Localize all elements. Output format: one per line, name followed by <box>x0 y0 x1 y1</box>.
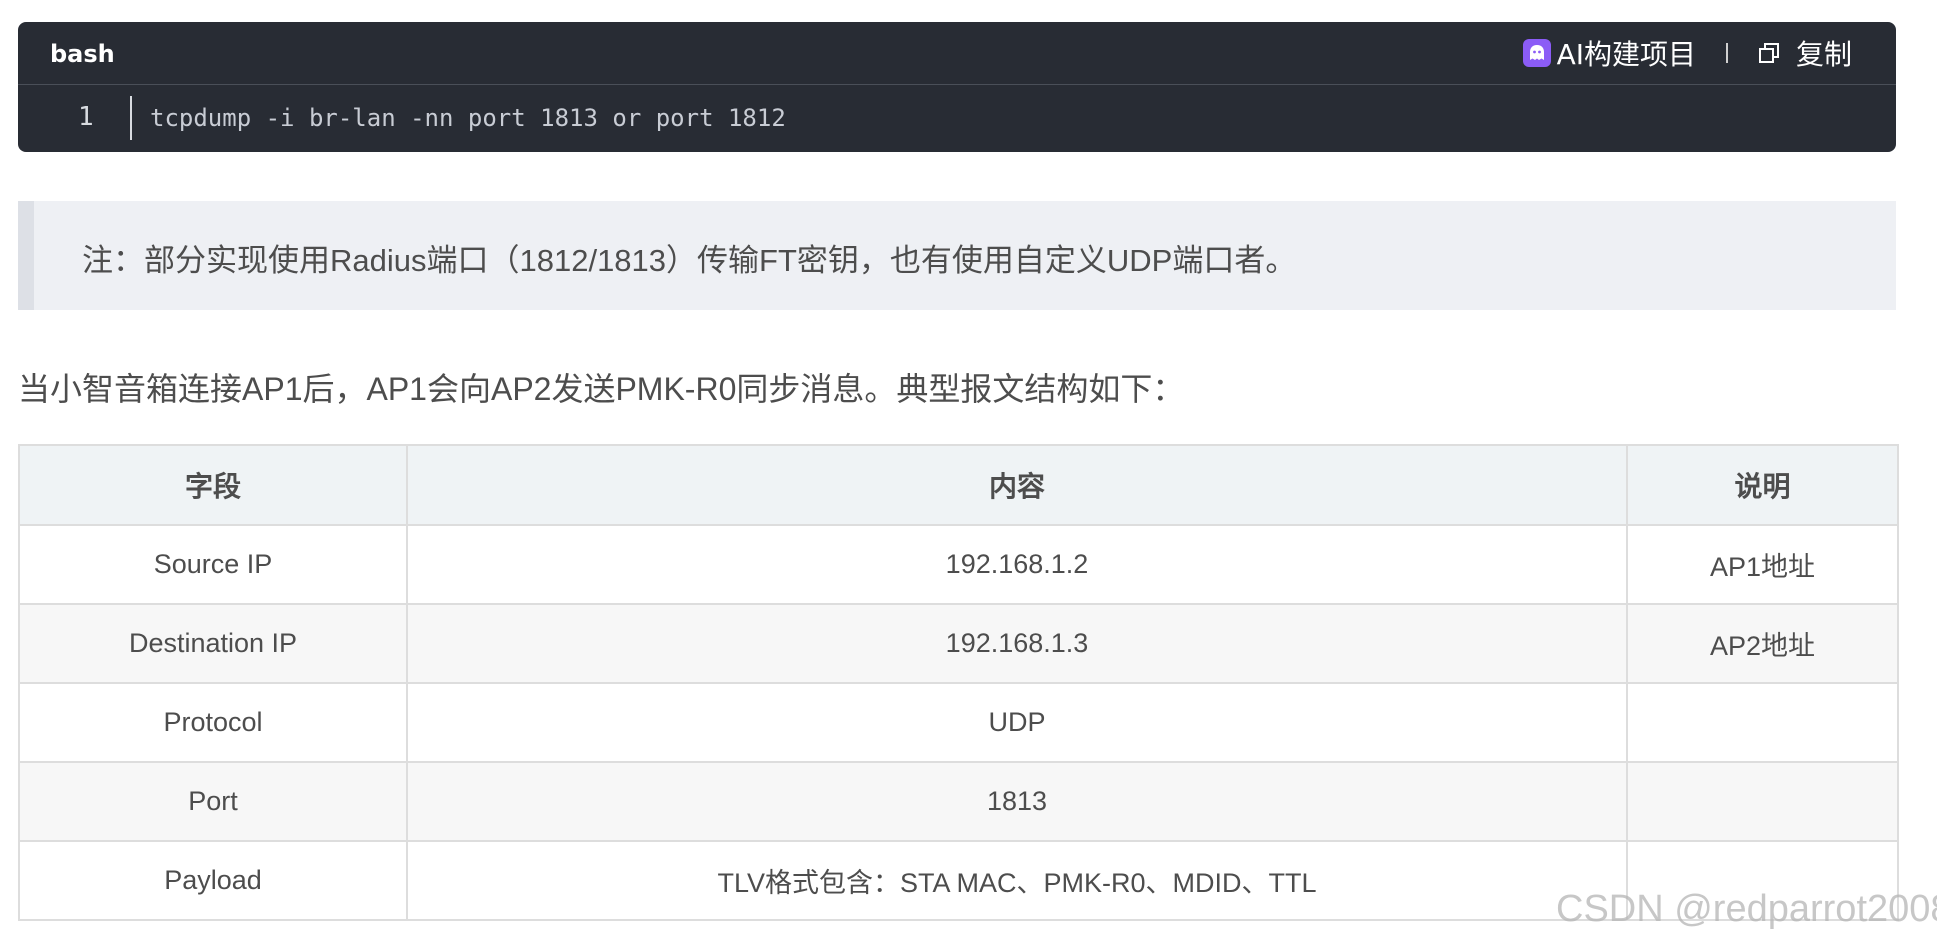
table-cell: Source IP <box>18 524 408 605</box>
table-row: Protocol UDP <box>18 682 1899 763</box>
paragraph-text: 当小智音箱连接AP1后，AP1会向AP2发送PMK-R0同步消息。典型报文结构如… <box>18 371 1185 407</box>
table-row: Source IP 192.168.1.2 AP1地址 <box>18 524 1899 605</box>
table-header-content: 内容 <box>406 444 1628 526</box>
table-row: Destination IP 192.168.1.3 AP2地址 <box>18 603 1899 684</box>
table-cell: UDP <box>406 682 1628 763</box>
table-cell: Destination IP <box>18 603 408 684</box>
note-blockquote: 注：部分实现使用Radius端口（1812/1813）传输FT密钥，也有使用自定… <box>18 201 1896 310</box>
packet-structure-table: 字段 内容 说明 Source IP 192.168.1.2 AP1地址 Des… <box>18 444 1899 921</box>
table-cell: AP1地址 <box>1626 524 1899 605</box>
code-line: 1 tcpdump -i br-lan -nn port 1813 or por… <box>18 84 1896 152</box>
copy-label: 复制 <box>1795 38 1852 71</box>
ai-build-project-label: AI构建项目 <box>1556 38 1696 71</box>
table-header-row: 字段 内容 说明 <box>18 444 1899 526</box>
table-header-field: 字段 <box>18 444 408 526</box>
ai-ghost-icon <box>1522 39 1551 67</box>
line-number: 1 <box>78 102 94 132</box>
table-cell: Protocol <box>18 682 408 763</box>
table-cell: TLV格式包含：STA MAC、PMK-R0、MDID、TTL <box>406 840 1628 921</box>
table-cell: Payload <box>18 840 408 921</box>
code-language-label: bash <box>50 40 115 68</box>
note-text: 注：部分实现使用Radius端口（1812/1813）传输FT密钥，也有使用自定… <box>82 243 1297 278</box>
code-actions: AI构建项目 复制 <box>1522 33 1852 73</box>
code-text: tcpdump -i br-lan -nn port 1813 or port … <box>150 104 786 132</box>
code-block: bash AI构建项目 复制 1 tcpdump -i br-lan -nn p… <box>18 22 1896 152</box>
table-cell: 1813 <box>406 761 1628 842</box>
ai-build-project-button[interactable]: AI构建项目 <box>1522 33 1696 73</box>
table-cell <box>1626 761 1899 842</box>
watermark-text: CSDN @redparrot2008 <box>1556 888 1937 930</box>
table-cell <box>1626 682 1899 763</box>
line-gutter-divider <box>130 96 132 140</box>
table-cell: Port <box>18 761 408 842</box>
copy-icon <box>1758 42 1780 64</box>
table-header-description: 说明 <box>1626 444 1899 526</box>
table-cell: 192.168.1.3 <box>406 603 1628 684</box>
table-row: Port 1813 <box>18 761 1899 842</box>
code-header: bash AI构建项目 复制 <box>18 22 1896 85</box>
table-cell: 192.168.1.2 <box>406 524 1628 605</box>
table-cell: AP2地址 <box>1626 603 1899 684</box>
action-divider <box>1725 43 1728 63</box>
copy-button[interactable]: 复制 <box>1758 33 1852 73</box>
